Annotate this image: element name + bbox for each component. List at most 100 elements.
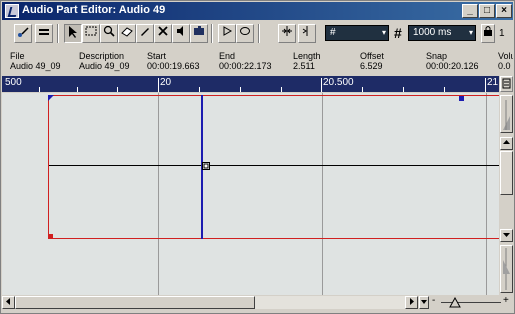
draw-tool-icon [141,28,149,36]
erase-tool-button[interactable] [118,24,136,43]
waveform-canvas[interactable] [2,93,499,295]
info-label: End [219,51,236,61]
snap-button[interactable] [278,24,296,43]
ruler-tick [485,78,486,92]
scissors-tool-icon [158,26,168,36]
horizontal-zoom-thumb[interactable] [449,297,461,308]
part-border-top [49,95,499,96]
close-button[interactable]: × [496,4,512,18]
zoom-tool-button[interactable] [100,24,118,43]
show-info-icon [18,27,29,37]
chevron-down-icon [421,300,427,304]
zoom-triangle-icon [503,248,510,290]
maximize-button[interactable]: □ [479,4,495,18]
volume-handle[interactable] [48,234,53,239]
toolbar-separator [211,24,213,43]
info-value: 0.0 [498,61,511,71]
ruler-label: 20 [160,77,172,88]
mute-tool-button[interactable] [190,24,208,43]
scroll-right-button[interactable] [405,296,418,309]
draw-tool-button[interactable] [136,24,154,43]
lock-icon [484,26,492,36]
ruler-tick [281,87,282,92]
scroll-down-button[interactable] [500,229,513,242]
info-label: Start [147,51,167,61]
title-bar[interactable]: Audio Part Editor: Audio 49 _ □ × [2,2,513,20]
ruler-mode-icon [502,78,511,89]
info-field-volume[interactable]: Volu 0.0 [498,51,513,71]
scroll-up-button[interactable] [500,137,513,150]
arrow-tool-button[interactable] [64,24,82,43]
zoom-tool-icon [103,25,115,37]
zoom-in-icon[interactable]: + [503,295,509,306]
toolbar-separator [258,24,260,43]
chevron-up-icon [503,140,510,144]
loop-button[interactable] [236,24,254,43]
autoscroll-button[interactable] [35,24,53,43]
play-button[interactable] [218,24,236,43]
info-label: Length [293,51,321,61]
info-field-description[interactable]: Description Audio 49_09 [79,51,130,71]
info-value: 2.511 [293,61,315,71]
zoom-out-icon[interactable]: - [432,295,435,306]
scroll-left-button[interactable] [2,296,15,309]
autoscroll-icon [39,29,49,35]
part-border-bottom [49,238,499,239]
vertical-scrollbar-thumb[interactable] [500,151,513,195]
ruler-tick [362,87,363,92]
ruler-label: 21 [487,77,499,88]
ruler-tick [117,87,118,92]
info-value: 6.529 [360,61,383,71]
info-label: Offset [360,51,384,61]
range-tool-button[interactable] [82,24,100,43]
vertical-zoom-control[interactable] [500,245,513,293]
waveform-zero-line [49,165,499,166]
lock-button[interactable] [481,24,495,43]
snap-zero-button[interactable] [298,24,316,43]
chevron-down-icon: ▾ [468,28,473,37]
erase-tool-icon [121,27,133,37]
zoom-menu-button[interactable] [419,296,429,309]
fade-in-handle[interactable] [48,95,54,101]
info-field-start[interactable]: Start 00:00:19.663 [147,51,200,71]
mute-tool-icon [194,26,204,35]
speaker-tool-button[interactable] [172,24,190,43]
right-panel [500,93,513,295]
chevron-down-icon [503,233,510,237]
info-field-length[interactable]: Length 2.511 [293,51,321,71]
fade-out-handle[interactable] [459,96,464,101]
scissors-tool-button[interactable] [154,24,172,43]
info-field-offset[interactable]: Offset 6.529 [360,51,384,71]
info-field-snap[interactable]: Snap 00:00:20.126 [426,51,479,71]
snap-count[interactable]: 1 [499,28,505,39]
time-ruler[interactable]: 500 20 20.500 21 [2,76,499,92]
horizontal-scrollbar-thumb[interactable] [15,296,255,309]
show-info-button[interactable] [14,24,32,43]
ruler-label: 500 [5,77,22,88]
info-field-file[interactable]: File Audio 49_09 [10,51,61,71]
ruler-tick [39,87,40,92]
quantize-select[interactable]: # ▾ [325,25,389,41]
info-label: File [10,51,25,61]
snap-icon [282,26,292,36]
info-value: 00:00:20.126 [426,61,479,71]
ruler-tick [199,87,200,92]
grid-line [322,93,323,295]
grid-select[interactable]: 1000 ms ▾ [408,25,476,41]
ruler-tick [240,87,241,92]
vertical-zoom-slider[interactable] [500,95,513,133]
chevron-right-icon [410,298,414,305]
horizontal-zoom-control: - + [419,295,513,309]
audio-part-editor-window: Audio Part Editor: Audio 49 _ □ × # ▾ # … [0,0,515,314]
grid-line [486,93,487,295]
horizontal-scrollbar[interactable] [2,296,418,309]
ruler-label: 20.500 [323,77,354,88]
info-value: Audio 49_09 [10,61,61,71]
quantize-value: # [330,27,336,38]
grid-line [158,93,159,295]
grid-icon: # [394,25,402,41]
toolbar: # ▾ # 1000 ms ▾ 1 [2,21,513,47]
minimize-button[interactable]: _ [462,4,478,18]
ruler-mode-button[interactable] [500,76,513,92]
info-field-end[interactable]: End 00:00:22.173 [219,51,272,71]
